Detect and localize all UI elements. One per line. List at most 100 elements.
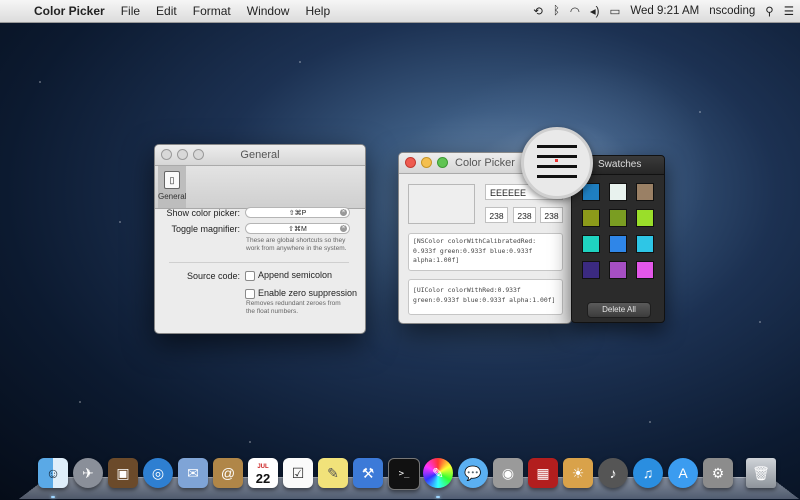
green-field[interactable]: 238 bbox=[513, 207, 536, 223]
app-store-icon[interactable]: A bbox=[668, 458, 698, 488]
clear-icon[interactable]: × bbox=[340, 209, 347, 216]
menu-window[interactable]: Window bbox=[239, 4, 298, 18]
switch-icon: ▯ bbox=[164, 171, 180, 189]
delete-all-button[interactable]: Delete All bbox=[587, 302, 651, 318]
zero-suppression-hint: Removes redundant zeroes from the float … bbox=[246, 300, 341, 316]
itunes-icon[interactable]: ♫ bbox=[633, 458, 663, 488]
swatch-7[interactable] bbox=[582, 235, 600, 253]
code-line: alpha:1.00f] bbox=[413, 256, 460, 264]
clear-icon[interactable]: × bbox=[340, 225, 347, 232]
swatch-4[interactable] bbox=[582, 209, 600, 227]
checkbox-label: Enable zero suppression bbox=[258, 288, 358, 298]
append-semicolon-checkbox[interactable]: Append semicolon bbox=[245, 270, 332, 281]
checkbox-box[interactable] bbox=[245, 288, 255, 299]
zero-hint-line: the float numbers. bbox=[246, 308, 299, 315]
magnifier-lens[interactable] bbox=[521, 127, 593, 199]
photo-booth-icon[interactable]: ▦ bbox=[528, 458, 558, 488]
uicolor-code-box[interactable]: [UIColor colorWithRed:0.933f green:0.933f… bbox=[408, 279, 563, 315]
mail-icon[interactable]: ✉ bbox=[178, 458, 208, 488]
shortcut-hint: These are global shortcuts so they work … bbox=[246, 237, 346, 253]
general-tab[interactable]: ▯ General bbox=[158, 166, 186, 208]
checkbox-box[interactable] bbox=[245, 270, 255, 281]
swatch-3[interactable] bbox=[636, 183, 654, 201]
magnifier-line bbox=[537, 175, 577, 178]
swatch-2[interactable] bbox=[609, 183, 627, 201]
zero-suppression-checkbox[interactable]: Enable zero suppression bbox=[245, 288, 357, 299]
user-name[interactable]: nscoding bbox=[709, 5, 755, 17]
color-picker-running-indicator bbox=[436, 496, 440, 498]
bluetooth-icon[interactable]: ᛒ bbox=[553, 5, 560, 17]
terminal-icon[interactable]: >_ bbox=[388, 458, 420, 490]
time-machine-icon[interactable]: ⟲ bbox=[533, 4, 543, 18]
swatch-11[interactable] bbox=[609, 261, 627, 279]
spotlight-icon[interactable]: ⚲ bbox=[765, 4, 773, 18]
swatch-9[interactable] bbox=[636, 235, 654, 253]
general-titlebar[interactable]: General bbox=[155, 145, 365, 166]
zoom-button[interactable] bbox=[193, 149, 204, 160]
shortcut-value: ⇧⌘P bbox=[288, 210, 307, 217]
image-capture-icon[interactable]: ▣ bbox=[108, 458, 138, 488]
general-preferences-window: General ▯ General Show color picker: ⇧⌘P… bbox=[154, 144, 366, 334]
code-line: [UIColor colorWithRed:0.933f bbox=[413, 286, 521, 294]
dock: ☺ ✈ ▣ ◎ ✉ @ JUL 22 ☑ ✎ ⚒ >_ ✎ 💬 ◉ ▦ ☀ ♪ ♫… bbox=[18, 452, 800, 500]
launchpad-icon[interactable]: ✈ bbox=[73, 458, 103, 488]
nscolor-code-box[interactable]: [NSColor colorWithCalibratedRed: 0.933f g… bbox=[408, 233, 563, 271]
menu-extras: ⟲ ᛒ ◠ ◂) ▭ Wed 9:21 AM nscoding ⚲ ☰ bbox=[533, 0, 794, 22]
show-color-picker-label: Show color picker: bbox=[166, 208, 240, 218]
notes-icon[interactable]: ✎ bbox=[318, 458, 348, 488]
window-title: Color Picker bbox=[455, 157, 515, 169]
preferences-toolbar: ▯ General bbox=[155, 166, 365, 209]
shortcut-value: ⇧⌘M bbox=[288, 226, 307, 233]
color-picker-icon[interactable]: ✎ bbox=[423, 458, 453, 488]
separator bbox=[169, 262, 349, 263]
facetime-icon[interactable]: ◉ bbox=[493, 458, 523, 488]
xcode-icon[interactable]: ⚒ bbox=[353, 458, 383, 488]
finder-running-indicator bbox=[51, 496, 55, 498]
close-button[interactable] bbox=[405, 157, 416, 168]
swatch-5[interactable] bbox=[609, 209, 627, 227]
code-line: green:0.933f blue:0.933f alpha:1.00f] bbox=[413, 295, 556, 304]
trash-icon[interactable]: 🗑 bbox=[746, 458, 776, 488]
notification-center-icon[interactable]: ☰ bbox=[784, 4, 794, 18]
contacts-icon[interactable]: @ bbox=[213, 458, 243, 488]
checkbox-label: Append semicolon bbox=[258, 270, 333, 280]
code-line: 0.933f green:0.933f blue:0.933f bbox=[413, 246, 533, 255]
swatch-10[interactable] bbox=[582, 261, 600, 279]
menu-file[interactable]: File bbox=[113, 4, 148, 18]
minimize-button[interactable] bbox=[421, 157, 432, 168]
garageband-icon[interactable]: ♪ bbox=[598, 458, 628, 488]
finder-icon[interactable]: ☺ bbox=[38, 458, 68, 488]
swatch-8[interactable] bbox=[609, 235, 627, 253]
close-button[interactable] bbox=[161, 149, 172, 160]
swatch-12[interactable] bbox=[636, 261, 654, 279]
system-preferences-icon[interactable]: ⚙ bbox=[703, 458, 733, 488]
safari-icon[interactable]: ◎ bbox=[143, 458, 173, 488]
zoom-button[interactable] bbox=[437, 157, 448, 168]
magnifier-center-pixel bbox=[555, 159, 558, 162]
minimize-button[interactable] bbox=[177, 149, 188, 160]
reminders-icon[interactable]: ☑ bbox=[283, 458, 313, 488]
menu-format[interactable]: Format bbox=[185, 4, 239, 18]
messages-icon[interactable]: 💬 bbox=[458, 458, 488, 488]
menu-help[interactable]: Help bbox=[297, 4, 338, 18]
calendar-day: 22 bbox=[255, 471, 271, 486]
wifi-icon[interactable]: ◠ bbox=[570, 4, 580, 18]
shortcut-hint-line: work from anywhere in the system. bbox=[246, 245, 347, 252]
swatch-6[interactable] bbox=[636, 209, 654, 227]
magnifier-line bbox=[537, 155, 577, 158]
blue-field[interactable]: 238 bbox=[540, 207, 563, 223]
red-field[interactable]: 238 bbox=[485, 207, 508, 223]
show-color-picker-shortcut-field[interactable]: ⇧⌘P × bbox=[245, 207, 350, 218]
iphoto-icon[interactable]: ☀ bbox=[563, 458, 593, 488]
magnifier-line bbox=[537, 165, 577, 168]
battery-icon[interactable]: ▭ bbox=[610, 4, 621, 18]
toggle-magnifier-shortcut-field[interactable]: ⇧⌘M × bbox=[245, 223, 350, 234]
general-tab-label: General bbox=[158, 192, 187, 201]
current-color-preview[interactable] bbox=[408, 184, 475, 224]
calendar-icon[interactable]: JUL 22 bbox=[248, 458, 278, 488]
volume-icon[interactable]: ◂) bbox=[590, 4, 600, 18]
menu-app-name[interactable]: Color Picker bbox=[26, 4, 113, 18]
clock[interactable]: Wed 9:21 AM bbox=[630, 5, 699, 17]
window-title: General bbox=[240, 149, 280, 161]
menu-edit[interactable]: Edit bbox=[148, 4, 185, 18]
